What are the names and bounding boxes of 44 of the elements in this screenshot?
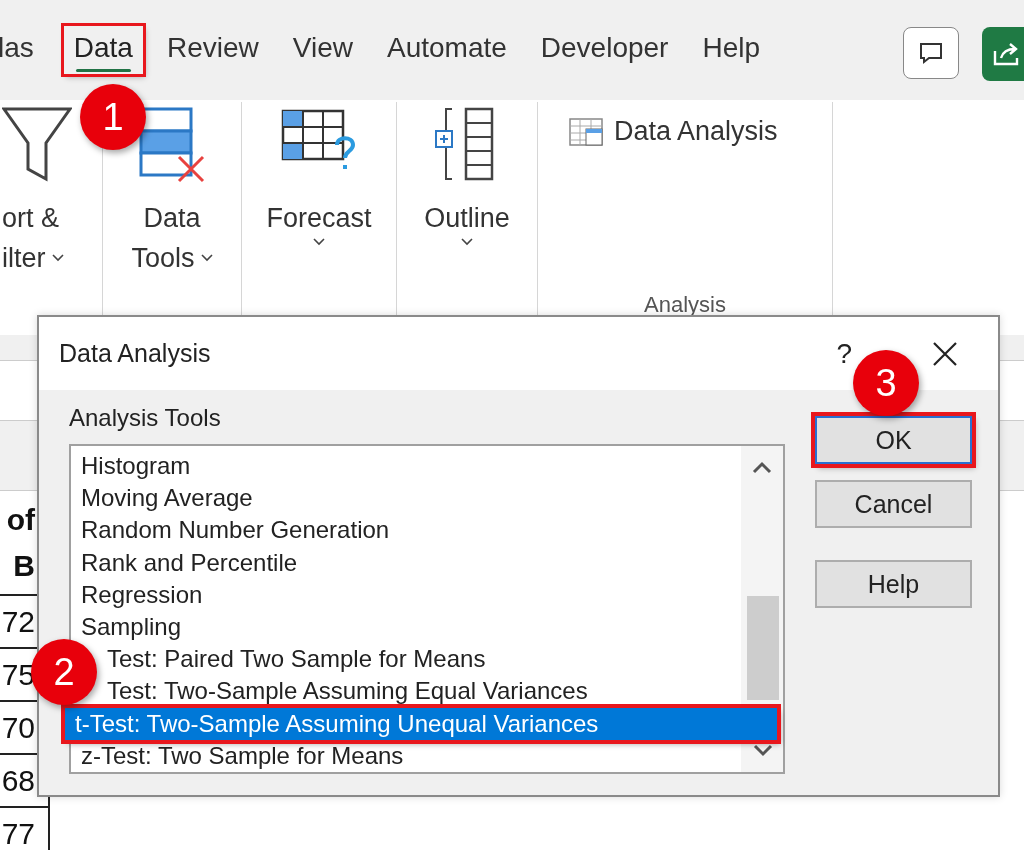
data-analysis-button[interactable]: Data Analysis [568,116,778,147]
caret-icon [200,254,213,262]
group-label: Analysis [643,292,727,318]
ribbon-tab[interactable]: Review [156,26,269,74]
caret-icon [51,254,64,262]
caret-icon [313,238,325,246]
scrollbar-thumb[interactable] [747,596,779,700]
dialog-button[interactable]: Cancel [815,480,972,528]
list-item[interactable]: Rank and Percentile [75,546,733,579]
list-item[interactable]: Random Number Generation [75,514,733,547]
data-tools-icon [137,105,207,185]
list-item[interactable]: Test: Paired Two Sample for Means [105,643,733,676]
ribbon-button[interactable]: ort & ilter [0,102,72,278]
ribbon-tab[interactable]: View [282,26,363,74]
close-icon[interactable] [932,340,958,367]
ribbon-tab[interactable]: las [0,26,44,74]
table-icon [568,116,604,147]
list-label: Analysis Tools [69,404,221,431]
column-header: of [6,501,35,538]
table-cell: 70 [1,710,35,745]
comment-icon [918,41,944,65]
list-item[interactable]: Moving Average [75,482,733,515]
chevron-down-icon[interactable] [753,744,773,758]
list-item[interactable]: z-Test: Two Sample for Means [75,739,733,773]
table-cell: 72 [1,604,35,639]
table-cell: 77 [1,816,35,850]
ribbon-tab[interactable]: Automate [376,26,517,74]
list-item[interactable]: Regression [75,578,733,611]
ribbon-button[interactable]: Forecast [266,102,372,246]
caret-icon [461,238,473,246]
help-icon[interactable]: ? [836,337,852,370]
list-item[interactable]: Test: Two-Sample Assuming Equal Variances [105,675,733,708]
share-button[interactable] [982,27,1024,81]
ribbon-button[interactable]: Outline [424,102,510,246]
dialog-title: Data Analysis [59,339,212,368]
column-header: B [13,547,35,584]
ribbon-tab[interactable]: Developer [530,26,679,74]
table-cell: 68 [1,763,35,798]
comments-button[interactable] [903,27,959,79]
list-item[interactable]: Histogram [75,450,733,483]
dialog-button[interactable]: Help [815,560,972,608]
chevron-up-icon[interactable] [752,460,772,474]
ribbon-tab[interactable]: Data [63,26,143,74]
ribbon-tab[interactable]: Help [692,26,771,74]
